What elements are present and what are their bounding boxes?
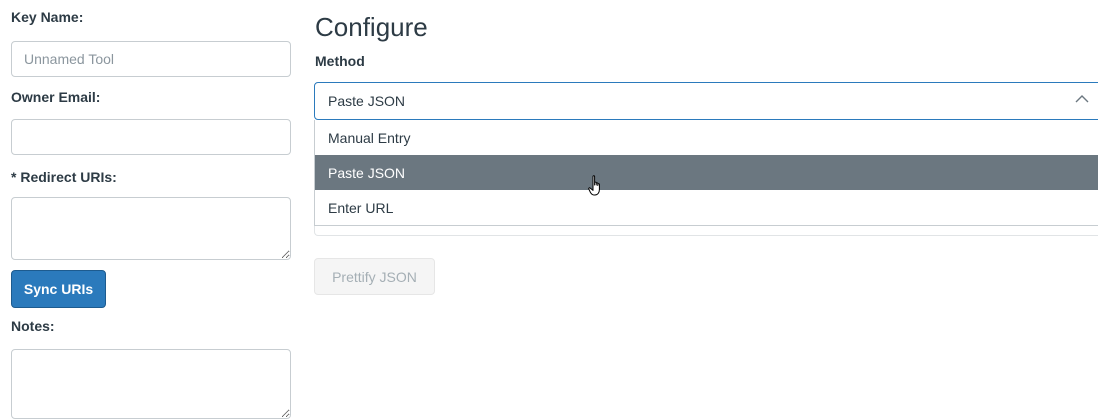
method-select-value: Paste JSON: [328, 93, 406, 109]
hand-pointer-cursor-icon: [588, 175, 600, 196]
notes-label: Notes:: [11, 318, 55, 334]
prettify-json-button[interactable]: Prettify JSON: [314, 258, 435, 295]
redirect-uris-label: * Redirect URIs:: [11, 169, 117, 185]
method-option-paste-json[interactable]: Paste JSON: [315, 155, 1098, 190]
key-name-input[interactable]: [11, 41, 291, 77]
sync-uris-button[interactable]: Sync URIs: [11, 270, 106, 308]
redirect-uris-textarea[interactable]: [11, 197, 291, 260]
method-label: Method: [315, 53, 365, 69]
method-dropdown-menu: Manual Entry Paste JSON Enter URL: [314, 120, 1098, 226]
method-option-enter-url[interactable]: Enter URL: [315, 190, 1098, 225]
chevron-up-icon: [1075, 95, 1089, 103]
method-option-manual-entry[interactable]: Manual Entry: [315, 120, 1098, 155]
owner-email-label: Owner Email:: [11, 89, 101, 105]
notes-textarea[interactable]: [11, 349, 291, 419]
method-select[interactable]: Paste JSON: [314, 82, 1098, 120]
owner-email-input[interactable]: [11, 119, 291, 155]
key-name-label: Key Name:: [11, 9, 84, 25]
configure-heading: Configure: [315, 12, 428, 42]
